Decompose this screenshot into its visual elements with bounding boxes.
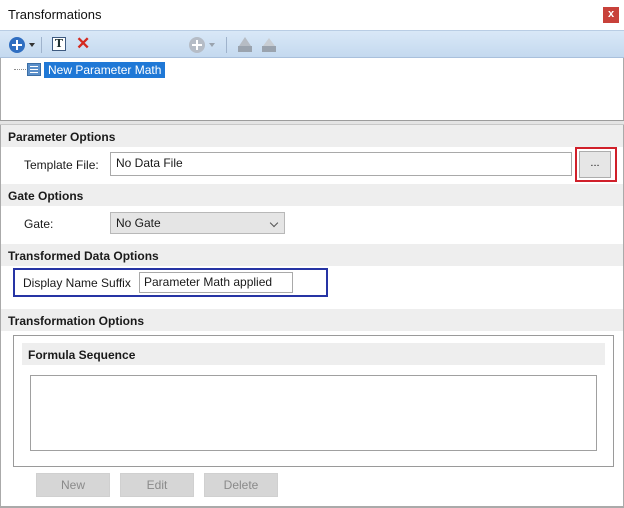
transformed-data-options-header: Transformed Data Options	[1, 244, 623, 266]
move-up-button[interactable]	[237, 35, 253, 55]
display-name-suffix-field[interactable]: Parameter Math applied	[139, 272, 293, 293]
transformation-options-header: Transformation Options	[1, 309, 623, 331]
move-up-icon	[238, 37, 252, 52]
toolbar-separator	[41, 37, 42, 53]
new-button[interactable]: New	[36, 473, 110, 497]
text-icon: T	[52, 37, 66, 51]
dropdown-caret-icon	[29, 43, 35, 47]
parameter-math-icon	[27, 63, 41, 76]
delete-formula-button[interactable]: Delete	[204, 473, 278, 497]
move-down-button[interactable]	[261, 35, 277, 55]
formula-sequence-header: Formula Sequence	[22, 343, 605, 365]
add-transformation-button[interactable]	[9, 35, 35, 55]
move-down-icon	[262, 38, 276, 52]
dropdown-caret-icon	[209, 43, 215, 47]
gate-options-header: Gate Options	[1, 184, 623, 206]
text-button[interactable]: T	[52, 35, 68, 55]
add-formula-button[interactable]	[189, 35, 215, 55]
browse-button[interactable]: ...	[579, 151, 611, 178]
toolbar: T ✕	[0, 30, 624, 58]
close-button[interactable]: x	[603, 7, 619, 23]
delete-icon: ✕	[76, 34, 91, 53]
tree-connector	[14, 69, 26, 70]
add-icon	[9, 37, 25, 53]
edit-button[interactable]: Edit	[120, 473, 194, 497]
delete-button[interactable]: ✕	[76, 35, 92, 55]
parameter-options-header: Parameter Options	[1, 125, 623, 147]
template-file-field[interactable]: No Data File	[110, 152, 572, 176]
display-name-suffix-label: Display Name Suffix	[23, 276, 131, 290]
template-file-label: Template File:	[24, 158, 99, 172]
add-disabled-icon	[189, 37, 205, 53]
toolbar-separator	[226, 37, 227, 53]
window-title: Transformations	[8, 7, 102, 22]
tree-item-new-parameter-math[interactable]: New Parameter Math	[44, 62, 166, 78]
chevron-down-icon	[269, 218, 279, 228]
gate-label: Gate:	[24, 217, 54, 231]
gate-select[interactable]: No Gate	[110, 212, 285, 234]
formula-sequence-list[interactable]	[30, 375, 597, 451]
gate-select-value: No Gate	[116, 216, 161, 230]
